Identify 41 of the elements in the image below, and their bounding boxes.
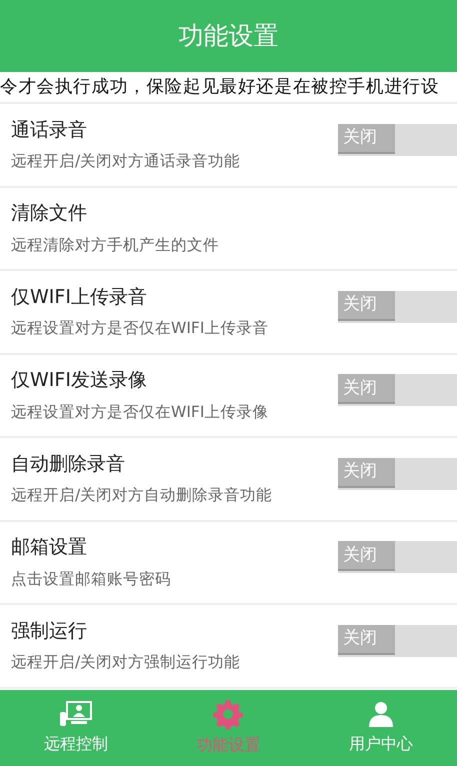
setting-description: 远程开启/关闭对方自动删除录音功能 xyxy=(11,485,274,506)
nav-tab[interactable]: 远程控制 xyxy=(0,690,152,766)
setting-description: 点击设置邮箱账号密码 xyxy=(11,568,172,590)
user-icon xyxy=(366,700,395,728)
settings-row[interactable]: 邮箱设置 点击设置邮箱账号密码 关闭 xyxy=(0,522,457,605)
screen-title: 功能设置 xyxy=(178,20,278,52)
setting-title: 仅WIFI上传录音 xyxy=(11,284,148,310)
nav-tab[interactable]: 功能设置 xyxy=(152,690,305,766)
setting-description: 远程设置对方是否仅在WIFI上传录像 xyxy=(11,402,270,423)
setting-title: 清除文件 xyxy=(11,201,88,226)
toggle-switch[interactable]: 关闭 xyxy=(338,374,457,406)
settings-row[interactable]: 强制运行 远程开启/关闭对方强制运行功能 关闭 xyxy=(0,605,457,688)
setting-description: 远程开启/关闭对方强制运行功能 xyxy=(11,652,242,674)
setting-title: 强制运行 xyxy=(11,618,88,644)
toggle-thumb[interactable]: 关闭 xyxy=(338,458,395,488)
toggle-thumb[interactable]: 关闭 xyxy=(338,374,395,404)
settings-row[interactable]: 清除文件 远程清除对方手机产生的文件 xyxy=(0,188,457,271)
notice-text: 令才会执行成功，保险起见最好还是在被控手机进行设 xyxy=(0,76,440,99)
setting-title: 邮箱设置 xyxy=(11,535,88,560)
toggle-switch[interactable]: 关闭 xyxy=(338,624,457,657)
toggle-switch[interactable]: 关闭 xyxy=(338,124,457,156)
toggle-switch[interactable]: 关闭 xyxy=(338,541,457,574)
settings-row[interactable]: 自动删除录音 远程开启/关闭对方自动删除录音功能 关闭 xyxy=(0,438,457,522)
setting-description: 远程清除对方手机产生的文件 xyxy=(11,234,220,256)
setting-description: 远程开启/关闭对方通话录音功能 xyxy=(11,151,242,172)
toggle-thumb[interactable]: 关闭 xyxy=(338,624,395,655)
setting-title: 通话录音 xyxy=(11,118,88,143)
toggle-switch[interactable]: 关闭 xyxy=(338,290,457,323)
toggle-thumb[interactable]: 关闭 xyxy=(338,541,395,572)
gear-icon xyxy=(213,699,244,729)
setting-title: 仅WIFI发送录像 xyxy=(11,368,148,394)
nav-tab[interactable]: 用户中心 xyxy=(304,690,457,766)
setting-description: 远程设置对方是否仅在WIFI上传录音 xyxy=(11,318,270,340)
toggle-thumb[interactable]: 关闭 xyxy=(338,290,395,321)
toggle-switch[interactable]: 关闭 xyxy=(338,458,457,490)
settings-row[interactable]: 仅WIFI上传录音 远程设置对方是否仅在WIFI上传录音 关闭 xyxy=(0,271,457,354)
settings-row[interactable]: 仅WIFI发送录像 远程设置对方是否仅在WIFI上传录像 关闭 xyxy=(0,354,457,438)
monitor-user-icon xyxy=(59,700,94,728)
toggle-thumb[interactable]: 关闭 xyxy=(338,124,395,154)
settings-row[interactable]: 通话录音 远程开启/关闭对方通话录音功能 关闭 xyxy=(0,104,457,188)
setting-title: 自动删除录音 xyxy=(11,452,126,477)
